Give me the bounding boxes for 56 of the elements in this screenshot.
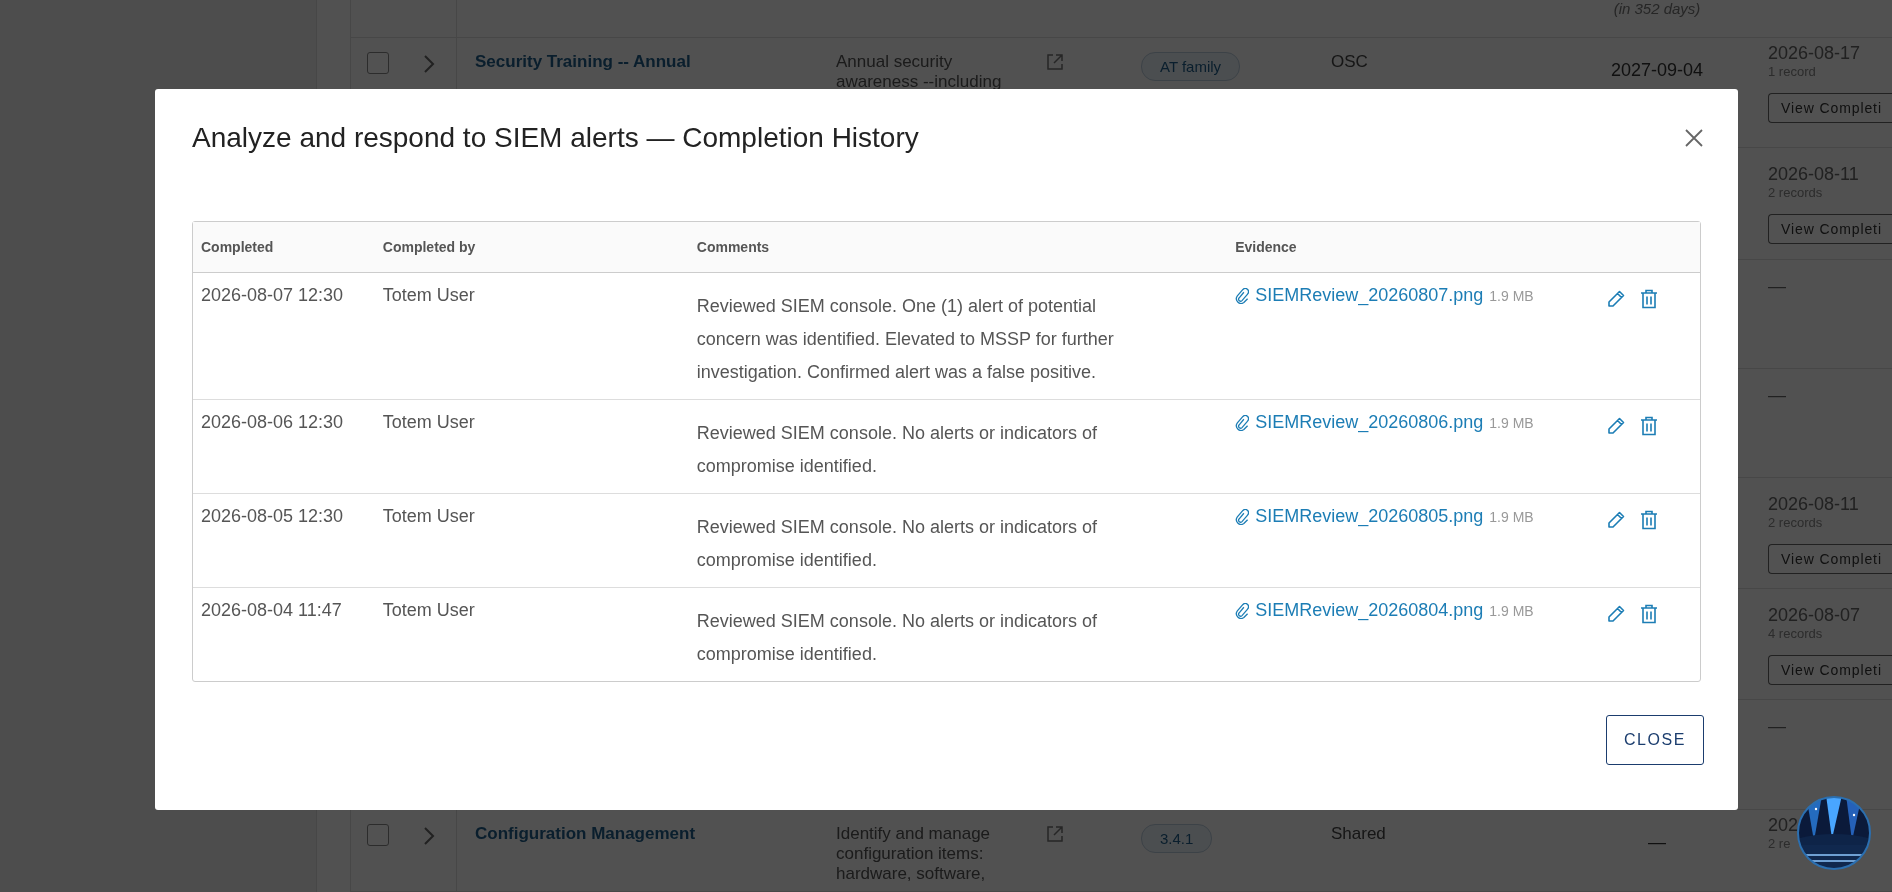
column-header: Evidence xyxy=(1227,222,1599,273)
dialog-title: Analyze and respond to SIEM alerts — Completion History xyxy=(192,122,919,154)
checkbox[interactable] xyxy=(367,824,389,846)
evidence-file-link[interactable]: SIEMReview_20260804.png xyxy=(1255,600,1484,621)
column-header: Completed xyxy=(193,222,375,273)
evidence-file-link[interactable]: SIEMReview_20260807.png xyxy=(1255,285,1484,306)
view-completions-button[interactable]: View Completi xyxy=(1768,544,1892,574)
comment-text: Reviewed SIEM console. One (1) alert of potential concern was identified. Elevated to MSSP for further investigation. Confirmed alert was a false positive. xyxy=(696,295,1115,384)
pencil-icon[interactable] xyxy=(1606,510,1627,530)
view-completions-button[interactable]: View Completi xyxy=(1768,214,1892,244)
due-date: 2027-09-04 xyxy=(1609,59,1705,81)
last-completed-date: — xyxy=(1768,275,1787,297)
owner-text: OSC xyxy=(1331,52,1368,71)
completed-by: Totem User xyxy=(374,494,689,588)
due-date: — xyxy=(1647,831,1667,853)
trash-icon[interactable] xyxy=(1640,289,1659,309)
completed-by: Totem User xyxy=(381,599,476,622)
last-completed-date: — xyxy=(1768,384,1787,406)
pencil-icon[interactable] xyxy=(1606,289,1627,309)
completed-by: Totem User xyxy=(374,273,689,400)
completed-date: 2026-08-06 12:30 xyxy=(193,400,375,494)
close-button[interactable]: CLOSE xyxy=(1606,715,1704,765)
completed-date: 2026-08-05 12:30 xyxy=(193,494,375,588)
trash-icon[interactable] xyxy=(1640,510,1659,530)
task-name-link[interactable]: Configuration Management xyxy=(475,824,696,843)
column-header: Completed by xyxy=(374,222,689,273)
view-completions-button[interactable]: View Completi xyxy=(1768,93,1892,123)
file-size: 1.9 MB xyxy=(1489,287,1534,304)
paperclip-icon xyxy=(1235,287,1250,304)
comment-text: Reviewed SIEM console. No alerts or indicators of compromise identified. xyxy=(696,610,1098,666)
file-size: 1.9 MB xyxy=(1489,508,1534,525)
evidence-file-link[interactable]: SIEMReview_20260805.png xyxy=(1255,506,1484,527)
paperclip-icon xyxy=(1235,602,1250,619)
task-name-link[interactable]: Security Training -- Annual xyxy=(475,52,691,71)
completed-date: 2026-08-04 11:47 xyxy=(200,599,343,622)
pencil-icon[interactable] xyxy=(1606,604,1627,624)
tag-label: 3.4.1 xyxy=(1141,824,1213,853)
comment-text: Reviewed SIEM console. No alerts or indicators of compromise identified. xyxy=(696,516,1098,572)
owner-text: Shared xyxy=(1331,824,1386,843)
last-completed-date: — xyxy=(1768,715,1787,737)
tag-label: AT family xyxy=(1141,52,1241,81)
evidence-file-link[interactable]: SIEMReview_20260806.png xyxy=(1255,412,1484,433)
trash-icon[interactable] xyxy=(1640,604,1659,624)
comment-text: Reviewed SIEM console. No alerts or indicators of compromise identified. xyxy=(696,422,1098,478)
paperclip-icon xyxy=(1235,414,1250,431)
view-completions-button[interactable]: View Completi xyxy=(1768,655,1892,685)
completed-date: 2026-08-07 12:30 xyxy=(193,273,375,400)
close-icon[interactable] xyxy=(1684,128,1704,148)
file-size: 1.9 MB xyxy=(1489,414,1534,431)
trash-icon[interactable] xyxy=(1640,416,1659,436)
completed-by: Totem User xyxy=(374,400,689,494)
pencil-icon[interactable] xyxy=(1606,416,1627,436)
column-header: Comments xyxy=(688,222,1228,273)
checkbox[interactable] xyxy=(367,52,389,74)
file-size: 1.9 MB xyxy=(1489,602,1534,619)
paperclip-icon xyxy=(1235,508,1250,525)
